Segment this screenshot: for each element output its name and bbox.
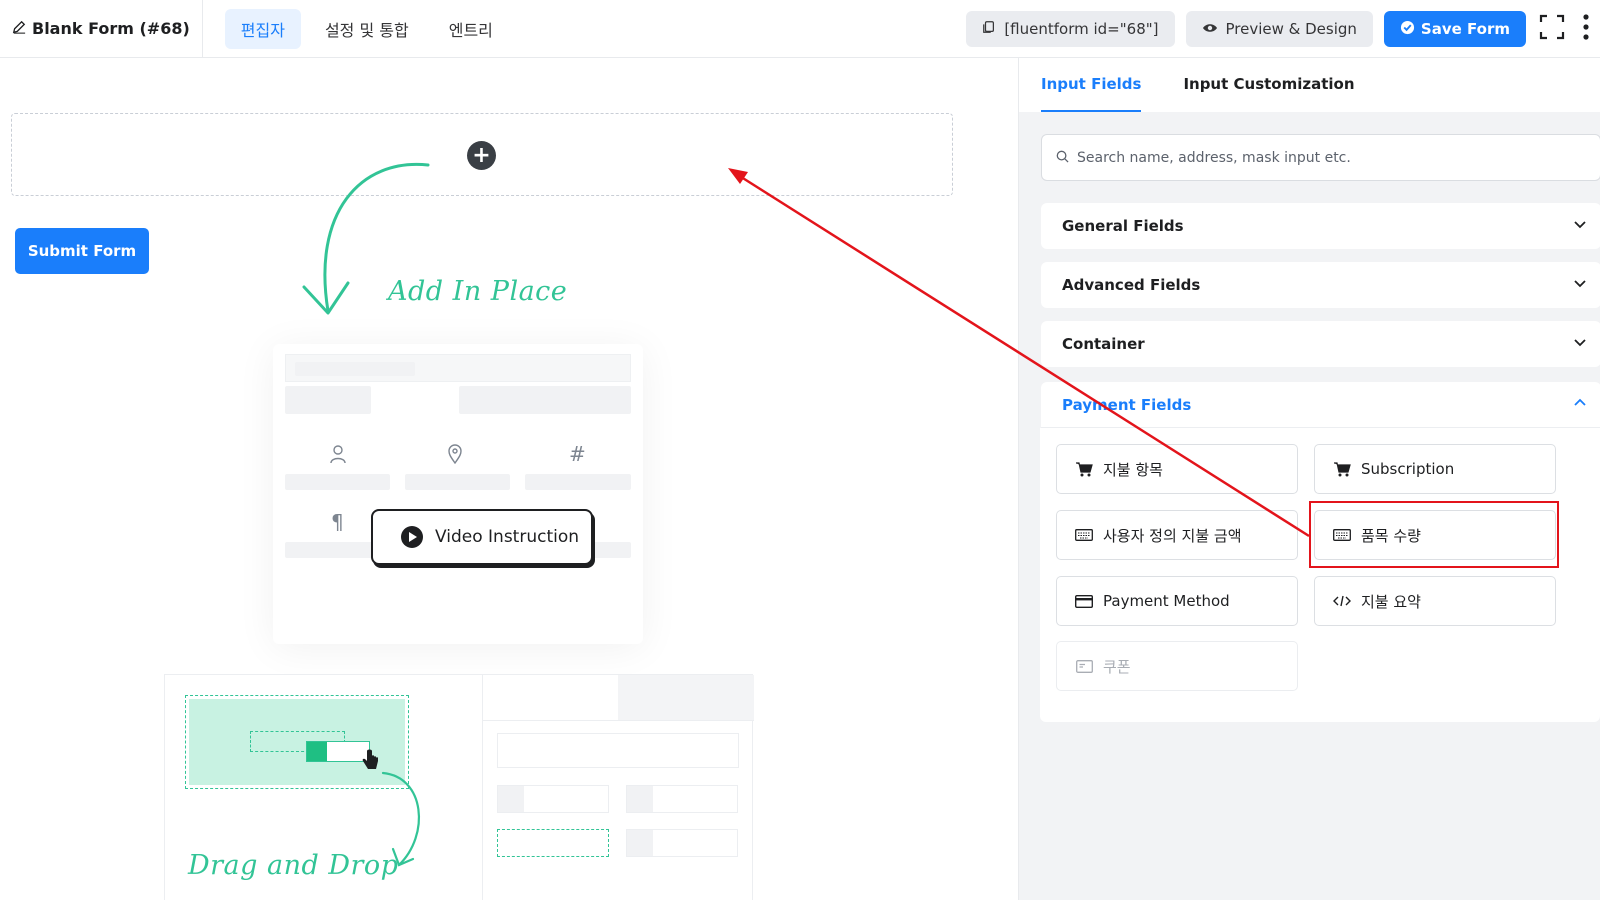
vertical-dots-icon: [1583, 14, 1589, 44]
coupon-icon: [1075, 659, 1093, 673]
payment-method-field[interactable]: Payment Method: [1056, 576, 1298, 626]
paragraph-icon: ¶: [331, 510, 344, 534]
editor-tabs: 편집자 설정 및 통합 엔트리: [203, 8, 509, 49]
payment-method-label: Payment Method: [1103, 592, 1230, 610]
eye-icon: [1202, 20, 1218, 38]
top-bar: Blank Form (#68) 편집자 설정 및 통합 엔트리 [fluent…: [0, 0, 1600, 58]
submit-form-button[interactable]: Submit Form: [15, 228, 149, 274]
fullscreen-icon: [1539, 14, 1565, 44]
plus-icon: +: [472, 142, 491, 168]
custom-payment-amount-label: 사용자 정의 지불 금액: [1103, 526, 1242, 545]
payment-fields-section[interactable]: Payment Fields: [1041, 382, 1600, 428]
tab-settings-integrations[interactable]: 설정 및 통합: [309, 9, 425, 49]
custom-payment-amount-field[interactable]: 사용자 정의 지불 금액: [1056, 510, 1298, 560]
subscription-field[interactable]: Subscription: [1314, 444, 1556, 494]
play-icon: [401, 526, 423, 548]
chevron-down-icon: [1573, 217, 1587, 235]
general-fields-section[interactable]: General Fields: [1041, 203, 1600, 249]
cart-icon: [1075, 461, 1093, 477]
edit-pencil-icon: [12, 19, 26, 38]
coupon-field[interactable]: 쿠폰: [1056, 641, 1298, 691]
video-instruction-label: Video Instruction: [435, 527, 580, 547]
save-form-label: Save Form: [1420, 20, 1510, 38]
payment-summary-field[interactable]: 지불 요약: [1314, 576, 1556, 626]
subscription-label: Subscription: [1361, 460, 1455, 478]
form-title: Blank Form (#68): [32, 19, 190, 38]
tab-input-fields[interactable]: Input Fields: [1041, 58, 1142, 112]
payment-item-field[interactable]: 지불 항목: [1056, 444, 1298, 494]
user-icon: [329, 444, 347, 469]
search-input[interactable]: [1077, 149, 1577, 166]
save-form-button[interactable]: Save Form: [1383, 11, 1526, 47]
credit-card-icon: [1075, 594, 1093, 608]
add-field-button[interactable]: +: [467, 141, 496, 170]
code-icon: [1333, 595, 1351, 607]
location-pin-icon: [447, 444, 463, 469]
hash-icon: #: [569, 442, 586, 466]
payment-summary-label: 지불 요약: [1361, 592, 1421, 611]
fullscreen-button[interactable]: [1537, 11, 1567, 47]
advanced-fields-label: Advanced Fields: [1062, 276, 1201, 294]
check-circle-icon: [1400, 20, 1415, 39]
annotation-highlight-box: [1309, 501, 1559, 568]
top-actions: [fluentform id="68"] Preview & Design Sa…: [966, 0, 1600, 58]
video-instruction-button[interactable]: Video Instruction: [371, 509, 593, 565]
tab-input-customization[interactable]: Input Customization: [1183, 58, 1354, 112]
chevron-up-icon: [1573, 396, 1587, 414]
copy-icon: [982, 20, 996, 38]
preview-design-label: Preview & Design: [1225, 20, 1357, 38]
chevron-down-icon: [1573, 335, 1587, 353]
container-section[interactable]: Container: [1041, 321, 1600, 367]
payment-item-label: 지불 항목: [1103, 460, 1163, 479]
payment-fields-label: Payment Fields: [1062, 395, 1192, 414]
chevron-down-icon: [1573, 276, 1587, 294]
form-canvas: + Submit Form Add In Place # ¶ Video Ins…: [0, 58, 1018, 900]
panel-tabs: Input Fields Input Customization: [1019, 58, 1600, 112]
drag-and-drop-text: Drag and Drop: [188, 850, 399, 881]
field-search: [1041, 134, 1600, 181]
tab-entries[interactable]: 엔트리: [433, 9, 509, 49]
search-icon: [1056, 148, 1069, 167]
keyboard-icon: [1075, 529, 1093, 541]
preview-illustration: # ¶: [273, 344, 643, 644]
more-options-button[interactable]: [1578, 11, 1594, 47]
add-in-place-text: Add In Place: [388, 276, 568, 307]
form-brand: Blank Form (#68): [0, 0, 203, 58]
preview-design-button[interactable]: Preview & Design: [1185, 11, 1373, 47]
general-fields-label: General Fields: [1062, 217, 1184, 235]
cart-icon: [1333, 461, 1351, 477]
shortcode-label: [fluentform id="68"]: [1004, 20, 1159, 38]
shortcode-button[interactable]: [fluentform id="68"]: [966, 11, 1175, 47]
advanced-fields-section[interactable]: Advanced Fields: [1041, 262, 1600, 308]
tab-editor[interactable]: 편집자: [224, 8, 301, 49]
container-label: Container: [1062, 335, 1145, 353]
coupon-label: 쿠폰: [1103, 657, 1131, 676]
